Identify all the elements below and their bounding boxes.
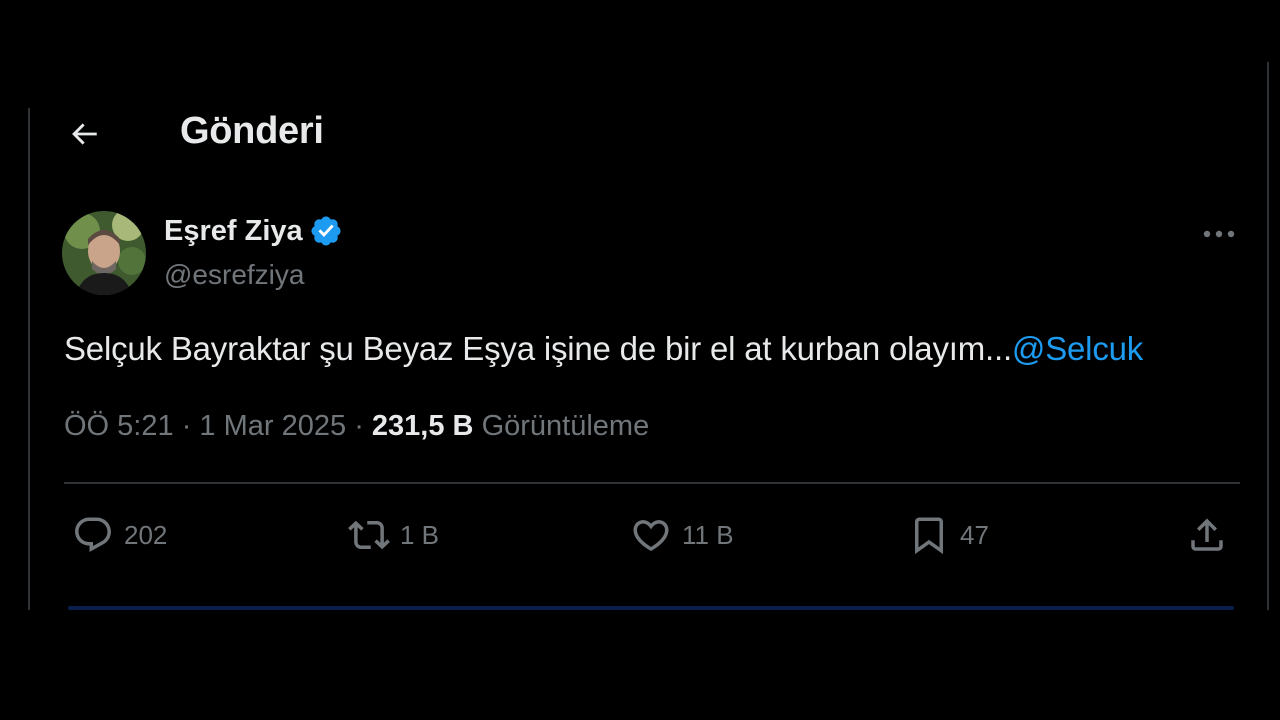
column-border-right: [1267, 62, 1269, 610]
like-button[interactable]: 11 B: [630, 510, 734, 560]
retweet-button[interactable]: 1 B: [348, 510, 439, 560]
divider: [64, 482, 1240, 484]
meta-separator: ·: [354, 410, 364, 442]
tweet-detail-page: Gönderi Eşref Ziya @esrefziya Selçuk Bay: [0, 0, 1280, 720]
avatar[interactable]: [62, 211, 146, 295]
share-icon: [1191, 518, 1223, 551]
tweet-date[interactable]: 1 Mar 2025: [199, 410, 346, 442]
verified-badge-icon: [311, 216, 341, 246]
reply-icon: [75, 517, 111, 552]
column-border-left: [28, 108, 30, 610]
retweet-icon: [348, 520, 390, 550]
reply-box-edge: [68, 606, 1234, 610]
author-handle[interactable]: @esrefziya: [164, 259, 304, 291]
reply-count: 202: [124, 519, 168, 550]
retweet-count: 1 B: [400, 519, 440, 550]
tweet-text: Selçuk Bayraktar şu Beyaz Eşya işine de …: [64, 330, 1143, 368]
like-count: 11 B: [682, 519, 734, 550]
tweet-time[interactable]: ÖÖ 5:21: [64, 410, 174, 442]
back-button[interactable]: [60, 112, 108, 156]
views-count[interactable]: 231,5 B: [372, 410, 474, 442]
heart-icon: [633, 520, 669, 552]
mention-link[interactable]: @Selcuk: [1012, 330, 1143, 367]
arrow-left-icon: [72, 123, 97, 145]
tweet-body: Selçuk Bayraktar şu Beyaz Eşya işine de …: [64, 330, 1012, 367]
page-title: Gönderi: [180, 110, 324, 152]
bookmark-count: 47: [960, 519, 989, 550]
avatar-image: [62, 211, 146, 295]
author-name-text: Eşref Ziya: [164, 214, 303, 247]
meta-separator: ·: [181, 410, 192, 442]
bookmark-icon: [915, 517, 943, 555]
tweet-meta: ÖÖ 5:21 · 1 Mar 2025 · 231,5 B Görüntüle…: [64, 410, 649, 443]
more-dots-icon: [1203, 230, 1235, 238]
bookmark-button[interactable]: 47: [908, 510, 989, 560]
author-name[interactable]: Eşref Ziya: [164, 214, 343, 248]
views-label: Görüntüleme: [481, 410, 650, 442]
share-button[interactable]: [1186, 510, 1228, 560]
more-options-button[interactable]: [1196, 216, 1242, 252]
reply-button[interactable]: 202: [72, 510, 167, 560]
